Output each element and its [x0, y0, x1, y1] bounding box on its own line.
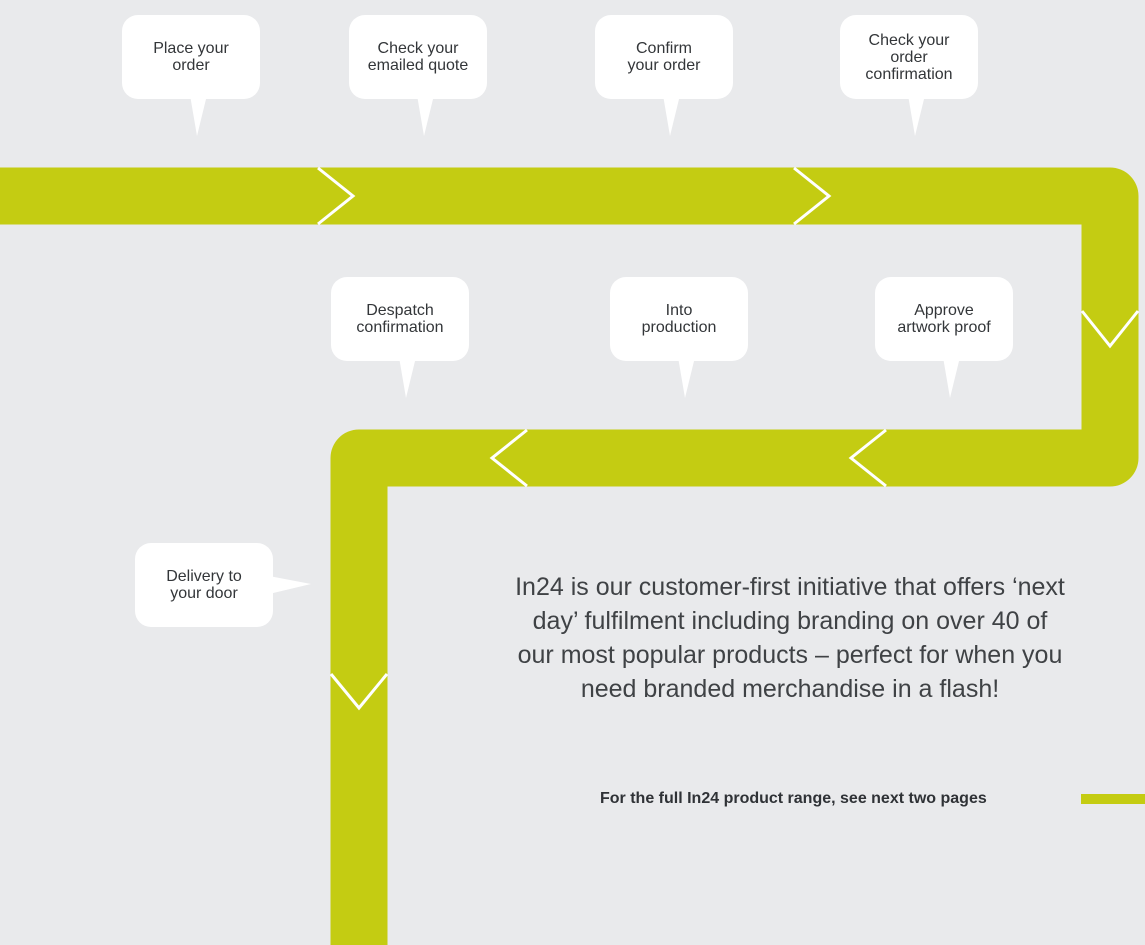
step-label: Into production: [642, 302, 717, 336]
step-label: Check your emailed quote: [368, 40, 469, 74]
step-check-quote: Check your emailed quote: [349, 15, 487, 99]
product-range-link[interactable]: For the full In24 product range, see nex…: [600, 789, 987, 809]
step-label: Place your order: [153, 40, 229, 74]
step-label-line: Check your: [377, 40, 459, 57]
bubble-pointer: [399, 357, 416, 398]
intro-line: day’ fulfilment including branding on ov…: [532, 607, 1048, 635]
step-label-line: Place your: [153, 40, 229, 57]
step-label: Approve artwork proof: [897, 302, 990, 336]
intro-line: need branded merchandise in a flash!: [580, 675, 1000, 703]
step-label-line: order: [890, 48, 928, 66]
step-label-line: artwork proof: [897, 319, 991, 336]
step-place-order: Place your order: [122, 15, 260, 99]
step-label: Confirm your order: [628, 40, 701, 74]
accent-bar: [1081, 794, 1145, 804]
step-approve-artwork: Approve artwork proof: [875, 277, 1013, 361]
step-label-line: Despatch: [366, 302, 434, 319]
bubble-pointer: [663, 95, 680, 136]
step-label-line: production: [641, 319, 717, 336]
step-label-line: Check your: [868, 31, 950, 49]
intro-line: In24 is our customer-first initiative th…: [515, 573, 1065, 601]
bubble-pointer: [943, 357, 960, 398]
bubble-pointer: [417, 95, 434, 136]
step-label: Despatch confirmation: [356, 302, 443, 336]
step-label-line: order: [172, 57, 210, 74]
step-label-line: confirmation: [865, 65, 953, 83]
step-delivery: Delivery to your door: [135, 543, 273, 627]
step-label: Check your order confirmation: [865, 32, 952, 83]
intro-line: our most popular products – perfect for …: [517, 641, 1063, 669]
bubble-pointer: [678, 357, 695, 398]
step-label-line: your door: [170, 585, 238, 602]
step-confirm-order: Confirm your order: [595, 15, 733, 99]
step-label-line: confirmation: [356, 319, 444, 336]
step-label-line: Confirm: [635, 40, 692, 57]
bubble-pointer: [908, 95, 925, 136]
step-label-line: Into: [665, 302, 693, 319]
intro-text: In24 is our customer-first initiative th…: [420, 570, 1145, 706]
step-label-line: your order: [627, 57, 701, 74]
bubble-pointer: [269, 576, 311, 594]
step-label-line: emailed quote: [367, 57, 469, 74]
bubble-pointer: [190, 95, 207, 136]
step-label: Delivery to your door: [166, 568, 242, 602]
step-despatch-confirmation: Despatch confirmation: [331, 277, 469, 361]
step-label-line: Delivery to: [166, 568, 242, 585]
step-into-production: Into production: [610, 277, 748, 361]
step-label-line: Approve: [914, 302, 974, 319]
step-check-confirmation: Check your order confirmation: [840, 15, 978, 99]
